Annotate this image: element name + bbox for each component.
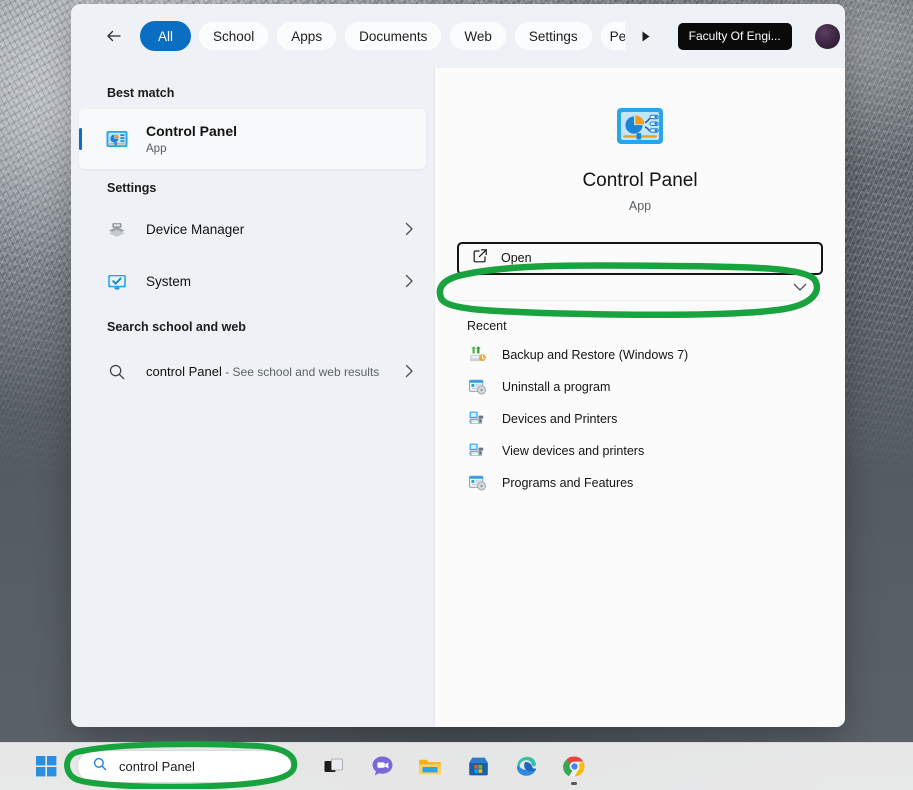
- result-web-search[interactable]: control Panel - See school and web resul…: [79, 343, 426, 401]
- result-text: Control Panel App: [146, 123, 414, 155]
- tab-web[interactable]: Web: [449, 21, 507, 51]
- tab-school[interactable]: School: [198, 21, 270, 51]
- app-type: App: [628, 198, 652, 213]
- task-view-icon[interactable]: [314, 747, 354, 787]
- result-title: System: [146, 274, 192, 289]
- org-badge: Faculty Of Engi...: [677, 22, 792, 50]
- device-manager-icon: [105, 218, 129, 242]
- tab-apps[interactable]: Apps: [276, 21, 338, 51]
- scroll-right-icon[interactable]: [635, 23, 657, 49]
- search-icon: [105, 360, 129, 384]
- system-icon: [105, 270, 129, 294]
- selection-indicator: [79, 128, 82, 150]
- search-icon: [92, 756, 108, 777]
- result-system[interactable]: System: [79, 256, 426, 308]
- app-name: Control Panel: [582, 170, 698, 191]
- microsoft-store-icon[interactable]: [458, 747, 498, 787]
- recent-item-uninstall-a-program[interactable]: Uninstall a program: [457, 371, 823, 403]
- tab-apps-label: Apps: [291, 28, 323, 44]
- result-device-manager[interactable]: Device Manager: [79, 204, 426, 256]
- tab-web-label: Web: [464, 28, 492, 44]
- chevron-right-icon[interactable]: [397, 222, 414, 239]
- back-icon[interactable]: [101, 23, 127, 49]
- app-hero: Control Panel App: [457, 86, 823, 213]
- devices-printers-icon: [467, 441, 487, 461]
- settings-header: Settings: [107, 181, 157, 195]
- open-action-wrap: Open: [457, 241, 823, 275]
- backup-restore-icon: [467, 345, 487, 365]
- control-panel-icon: [614, 100, 666, 152]
- chevron-down-icon[interactable]: [457, 275, 823, 292]
- programs-icon: [467, 473, 487, 493]
- search-input-value: control Panel: [119, 759, 195, 774]
- tab-documents[interactable]: Documents: [344, 21, 443, 51]
- result-control-panel[interactable]: Control Panel App: [79, 109, 426, 169]
- best-match-header: Best match: [107, 86, 175, 100]
- recent-header: Recent: [467, 318, 507, 333]
- recent-item-programs-and-features[interactable]: Programs and Features: [457, 467, 823, 499]
- taskbar: control Panel: [0, 742, 913, 790]
- recent-item-backup-and-restore[interactable]: Backup and Restore (Windows 7): [457, 339, 823, 371]
- chrome-icon[interactable]: [554, 747, 594, 787]
- result-subtitle: App: [146, 143, 167, 155]
- search-input[interactable]: control Panel: [77, 750, 292, 783]
- recent-item-label: Backup and Restore (Windows 7): [502, 347, 689, 362]
- external-link-icon: [473, 248, 488, 268]
- control-panel-icon: [105, 127, 129, 151]
- org-badge-label: Faculty Of Engi...: [688, 29, 781, 43]
- tab-people[interactable]: Pe: [599, 21, 626, 51]
- tab-settings-label: Settings: [528, 28, 578, 44]
- avatar[interactable]: [814, 23, 840, 49]
- chat-icon[interactable]: [362, 747, 402, 787]
- flyout-body: Best match Control Panel App Settings De…: [71, 68, 845, 727]
- active-indicator: [571, 781, 577, 785]
- tab-all-label: All: [158, 28, 174, 44]
- result-text: Device Manager: [146, 221, 397, 239]
- result-title: Device Manager: [146, 222, 245, 237]
- recent-item-label: Programs and Features: [502, 475, 634, 490]
- web-query-line: control Panel - See school and web resul…: [146, 364, 379, 379]
- recent-item-view-devices-and-printers[interactable]: View devices and printers: [457, 435, 823, 467]
- edge-icon[interactable]: [506, 747, 546, 787]
- file-explorer-icon[interactable]: [410, 747, 450, 787]
- result-text: System: [146, 273, 397, 291]
- chevron-right-icon[interactable]: [397, 364, 414, 381]
- recent-item-label: View devices and printers: [502, 443, 645, 458]
- result-title: Control Panel: [146, 123, 238, 139]
- web-suffix: - See school and web results: [221, 365, 380, 379]
- tab-settings[interactable]: Settings: [513, 21, 593, 51]
- tab-people-label: Pe: [609, 28, 626, 44]
- devices-printers-icon: [467, 409, 487, 429]
- recent-item-label: Devices and Printers: [502, 411, 618, 426]
- tab-documents-label: Documents: [359, 28, 428, 44]
- open-button-label: Open: [501, 251, 532, 266]
- result-text: control Panel - See school and web resul…: [146, 363, 397, 381]
- open-button[interactable]: Open: [457, 241, 823, 275]
- start-button[interactable]: [27, 748, 65, 786]
- filter-bar: All School Apps Documents Web Settings P…: [71, 4, 845, 68]
- web-query: control Panel: [146, 364, 222, 379]
- recent-item-devices-and-printers[interactable]: Devices and Printers: [457, 403, 823, 435]
- tab-school-label: School: [213, 28, 255, 44]
- results-column: Best match Control Panel App Settings De…: [71, 68, 434, 727]
- search-flyout: All School Apps Documents Web Settings P…: [71, 4, 845, 727]
- programs-icon: [467, 377, 487, 397]
- web-search-header: Search school and web: [107, 320, 246, 334]
- chevron-right-icon[interactable]: [397, 274, 414, 291]
- recent-item-label: Uninstall a program: [502, 379, 611, 394]
- tab-all[interactable]: All: [140, 21, 192, 51]
- detail-panel: Control Panel App Open Recent Backup and…: [434, 68, 845, 727]
